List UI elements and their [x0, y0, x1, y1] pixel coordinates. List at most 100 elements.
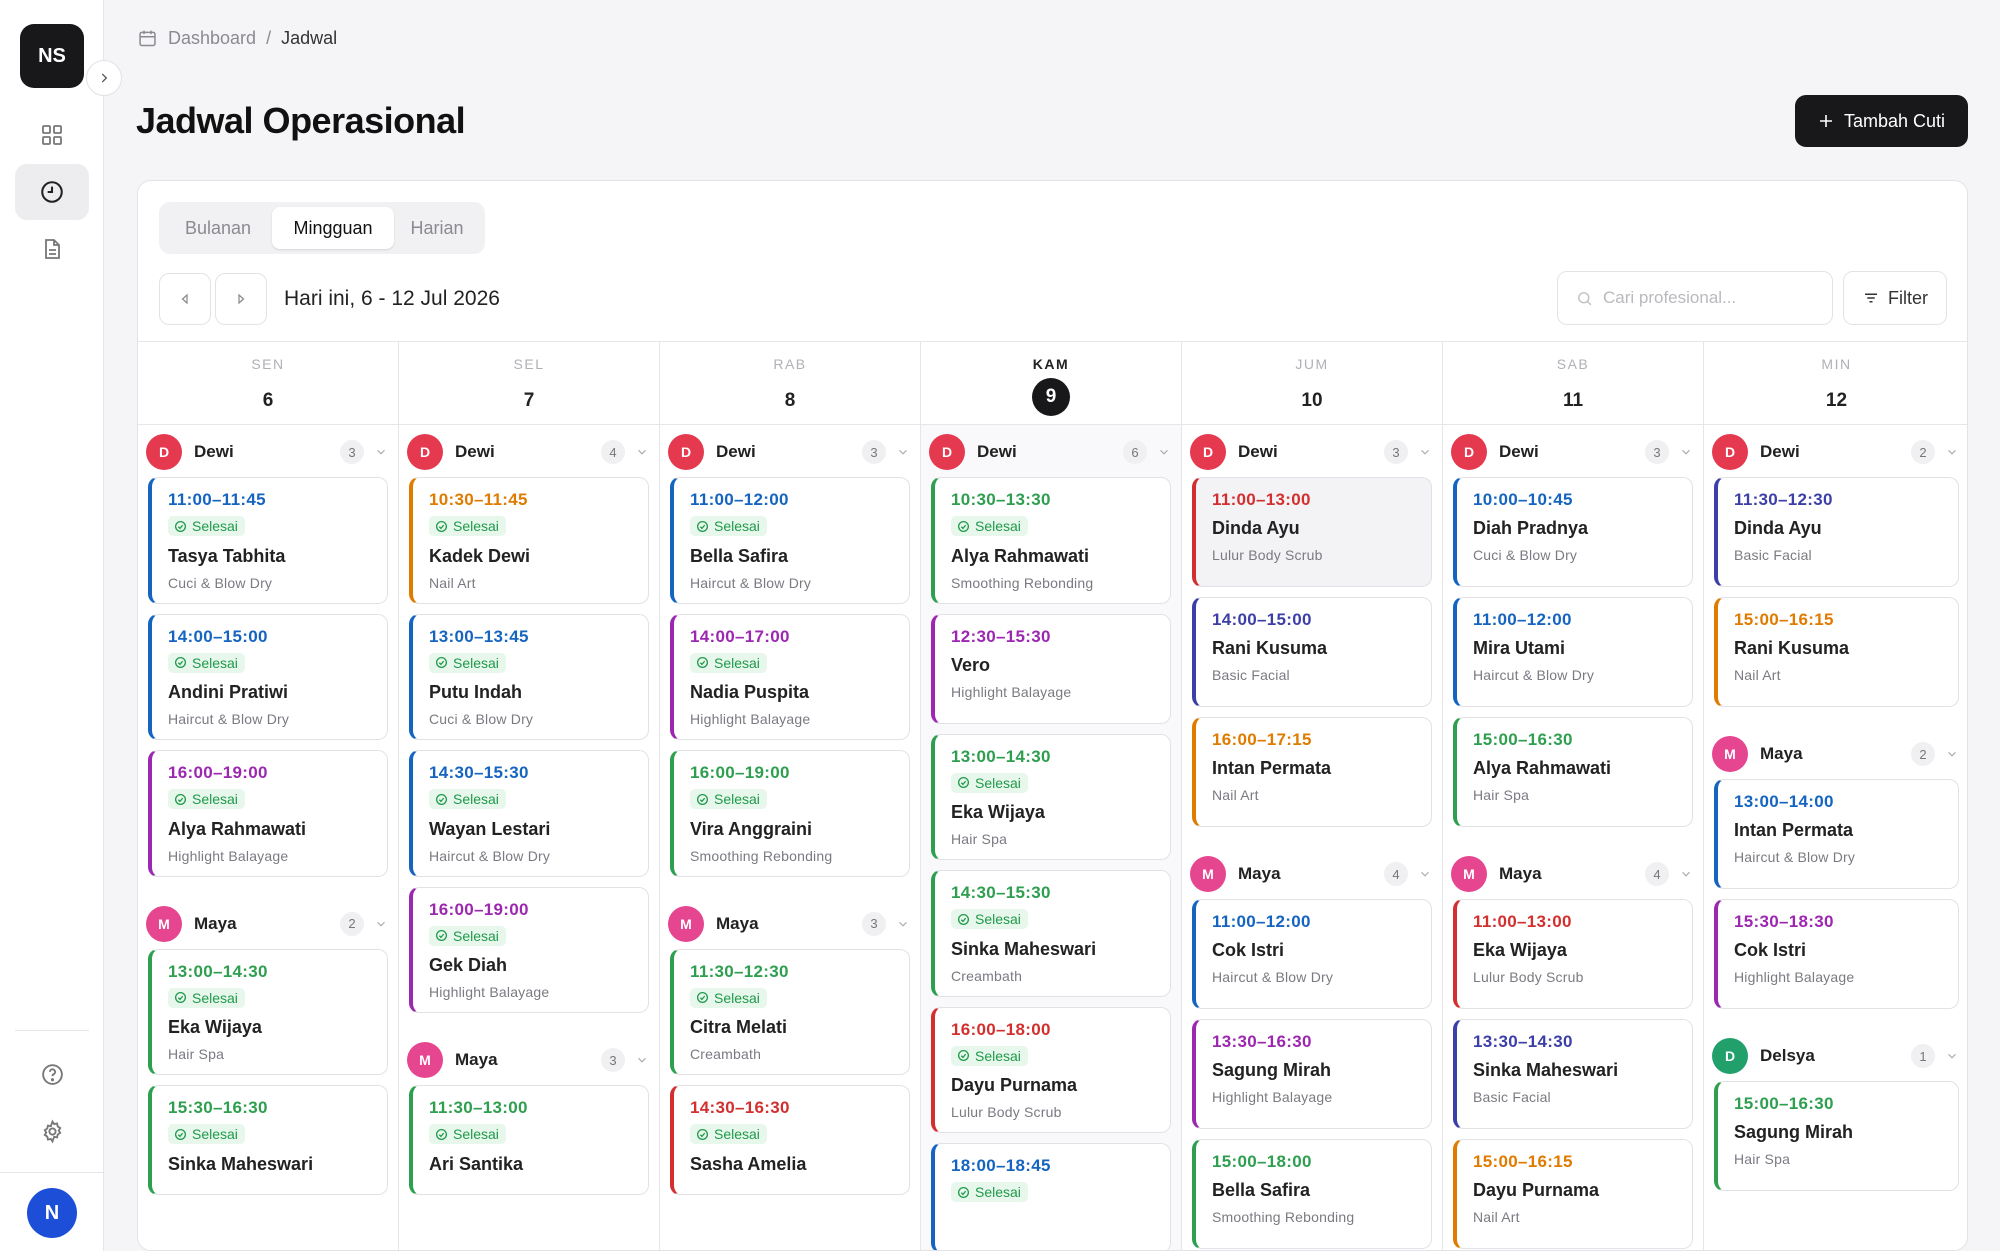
staff-group-header[interactable]: D Dewi 3 [146, 433, 388, 471]
tab-weekly[interactable]: Mingguan [272, 207, 394, 249]
appointment-card[interactable]: 14:00–15:00 Selesai Andini Pratiwi Haircut … [148, 613, 388, 740]
staff-group-header[interactable]: D Dewi 6 [929, 433, 1171, 471]
chevron-down-icon[interactable] [374, 445, 388, 459]
nav-dashboard-button[interactable] [15, 107, 89, 163]
appointment-time: 16:00–19:00 [429, 899, 529, 919]
appointment-card[interactable]: 11:00–12:00 Selesai Bella Safira Haircut & … [670, 477, 910, 604]
chevron-down-icon[interactable] [1679, 867, 1693, 881]
staff-group-header[interactable]: M Maya 4 [1451, 855, 1693, 893]
search-input[interactable] [1603, 288, 1803, 308]
appointment-card[interactable]: 16:00–17:15 Intan Permata Nail Art [1192, 717, 1432, 827]
appointment-card[interactable]: 15:30–18:30 Cok Istri Highlight Balayage [1714, 899, 1959, 1009]
status-label: Selesai [975, 1184, 1021, 1200]
appointment-card[interactable]: 15:00–16:15 Rani Kusuma Nail Art [1714, 597, 1959, 707]
appointment-card[interactable]: 13:00–14:30 Selesai Eka Wijaya Hair Spa [931, 733, 1171, 860]
appointment-card[interactable]: 11:30–13:00 Selesai Ari Santika [409, 1085, 649, 1195]
day-column: KAM 9 D Dewi 6 10:30–13:30 Selesai Alya Rahmawa… [921, 342, 1182, 1250]
appointment-card[interactable]: 14:00–15:00 Rani Kusuma Basic Facial [1192, 597, 1432, 707]
help-button[interactable] [15, 1046, 89, 1102]
nav-documents-button[interactable] [15, 221, 89, 277]
breadcrumb-dashboard-link[interactable]: Dashboard [168, 28, 256, 49]
add-leave-button[interactable]: Tambah Cuti [1795, 95, 1968, 147]
staff-group-header[interactable]: M Maya 2 [146, 905, 388, 943]
chevron-down-icon[interactable] [374, 917, 388, 931]
appointment-card[interactable]: 12:30–15:30 Vero Highlight Balayage [931, 613, 1171, 724]
appointment-card[interactable]: 14:30–16:30 Selesai Sasha Amelia [670, 1085, 910, 1195]
appointment-count-badge: 3 [1645, 440, 1669, 464]
staff-group-header[interactable]: M Maya 2 [1712, 735, 1959, 773]
day-number[interactable]: 10 [1293, 382, 1331, 420]
appointment-card[interactable]: 16:00–19:00 Selesai Gek Diah Highlight Bala… [409, 886, 649, 1013]
appointment-card[interactable]: 13:30–16:30 Sagung Mirah Highlight Balayag… [1192, 1019, 1432, 1129]
appointment-card[interactable]: 11:30–12:30 Dinda Ayu Basic Facial [1714, 477, 1959, 587]
staff-group-header[interactable]: M Maya 3 [668, 905, 910, 943]
chevron-down-icon[interactable] [1157, 445, 1171, 459]
staff-group-header[interactable]: D Dewi 3 [1190, 433, 1432, 471]
client-name: Vira Anggraini [690, 818, 813, 839]
appointment-card[interactable]: 16:00–18:00 Selesai Dayu Purnama Lulur Body… [931, 1006, 1171, 1133]
chevron-down-icon[interactable] [635, 445, 649, 459]
appointment-card[interactable]: 15:30–16:30 Selesai Sinka Maheswari [148, 1085, 388, 1195]
staff-name: Maya [1499, 864, 1542, 883]
chevron-down-icon[interactable] [1418, 445, 1432, 459]
settings-button[interactable] [15, 1103, 89, 1159]
appointment-card[interactable]: 13:00–14:30 Selesai Eka Wijaya Hair Spa [148, 948, 388, 1075]
appointment-card[interactable]: 10:30–13:30 Selesai Alya Rahmawati Smoothin… [931, 477, 1171, 604]
next-week-button[interactable] [215, 273, 267, 325]
day-number[interactable]: 11 [1554, 382, 1592, 420]
search-box[interactable] [1557, 271, 1833, 325]
appointment-card[interactable]: 15:00–16:15 Dayu Purnama Nail Art [1453, 1139, 1693, 1249]
day-number[interactable]: 7 [510, 382, 548, 420]
chevron-down-icon[interactable] [635, 1053, 649, 1067]
tab-monthly[interactable]: Bulanan [164, 207, 272, 249]
appointment-card[interactable]: 16:00–19:00 Selesai Vira Anggraini Smoothin… [670, 750, 910, 877]
filter-button[interactable]: Filter [1843, 271, 1947, 325]
day-number[interactable]: 9 [1032, 378, 1070, 416]
sidebar-collapse-button[interactable] [86, 60, 122, 96]
appointment-card[interactable]: 15:00–16:30 Sagung Mirah Hair Spa [1714, 1081, 1959, 1191]
staff-group-header[interactable]: D Dewi 3 [1451, 433, 1693, 471]
appointment-time: 18:00–18:45 [951, 1156, 1051, 1175]
appointment-card[interactable]: 11:00–12:00 Cok Istri Haircut & Blow Dry [1192, 899, 1432, 1009]
day-header: RAB 8 [660, 342, 920, 425]
day-number[interactable]: 8 [771, 382, 809, 420]
user-avatar[interactable]: N [27, 1188, 77, 1238]
appointment-card[interactable]: 14:30–15:30 Selesai Wayan Lestari Haircut &… [409, 750, 649, 877]
appointment-card[interactable]: 14:30–15:30 Selesai Sinka Maheswari Creamba… [931, 870, 1171, 997]
chevron-down-icon[interactable] [896, 917, 910, 931]
breadcrumb-current: Jadwal [281, 28, 338, 48]
appointment-card[interactable]: 18:00–18:45 Selesai [931, 1143, 1171, 1250]
nav-schedule-button[interactable] [15, 164, 89, 220]
appointment-card[interactable]: 16:00–19:00 Selesai Alya Rahmawati Highligh… [148, 750, 388, 877]
appointment-card[interactable]: 11:00–12:00 Mira Utami Haircut & Blow Dry [1453, 597, 1693, 707]
staff-group-header[interactable]: D Delsya 1 [1712, 1037, 1959, 1075]
appointment-card[interactable]: 11:00–13:00 Eka Wijaya Lulur Body Scrub [1453, 899, 1693, 1009]
staff-group-header[interactable]: M Maya 3 [407, 1041, 649, 1079]
workspace-logo[interactable]: NS [20, 24, 84, 88]
appointment-card[interactable]: 15:00–16:30 Alya Rahmawati Hair Spa [1453, 717, 1693, 827]
appointment-card[interactable]: 10:30–11:45 Selesai Kadek Dewi Nail Art [409, 477, 649, 604]
prev-week-button[interactable] [159, 273, 211, 325]
staff-group-header[interactable]: M Maya 4 [1190, 855, 1432, 893]
chevron-down-icon[interactable] [1418, 867, 1432, 881]
staff-group-header[interactable]: D Dewi 2 [1712, 433, 1959, 471]
chevron-down-icon[interactable] [1945, 445, 1959, 459]
appointment-card[interactable]: 13:30–14:30 Sinka Maheswari Basic Facial [1453, 1019, 1693, 1129]
chevron-down-icon[interactable] [1945, 747, 1959, 761]
appointment-card[interactable]: 11:00–13:00 Dinda Ayu Lulur Body Scrub [1192, 477, 1432, 587]
tab-daily[interactable]: Harian [394, 207, 480, 249]
chevron-down-icon[interactable] [1945, 1049, 1959, 1063]
appointment-card[interactable]: 11:30–12:30 Selesai Citra Melati Creambath [670, 948, 910, 1075]
appointment-card[interactable]: 13:00–14:00 Intan Permata Haircut & Blow D… [1714, 779, 1959, 889]
day-number[interactable]: 6 [249, 382, 287, 420]
chevron-down-icon[interactable] [1679, 445, 1693, 459]
chevron-down-icon[interactable] [896, 445, 910, 459]
appointment-card[interactable]: 14:00–17:00 Selesai Nadia Puspita Highlight… [670, 613, 910, 740]
day-number[interactable]: 12 [1818, 382, 1856, 420]
appointment-card[interactable]: 11:00–11:45 Selesai Tasya Tabhita Cuci & Bl… [148, 477, 388, 604]
appointment-card[interactable]: 15:00–18:00 Bella Safira Smoothing Rebondi… [1192, 1139, 1432, 1249]
appointment-card[interactable]: 13:00–13:45 Selesai Putu Indah Cuci & Blow … [409, 613, 649, 740]
staff-group-header[interactable]: D Dewi 3 [668, 433, 910, 471]
staff-group-header[interactable]: D Dewi 4 [407, 433, 649, 471]
appointment-card[interactable]: 10:00–10:45 Diah Pradnya Cuci & Blow Dry [1453, 477, 1693, 587]
